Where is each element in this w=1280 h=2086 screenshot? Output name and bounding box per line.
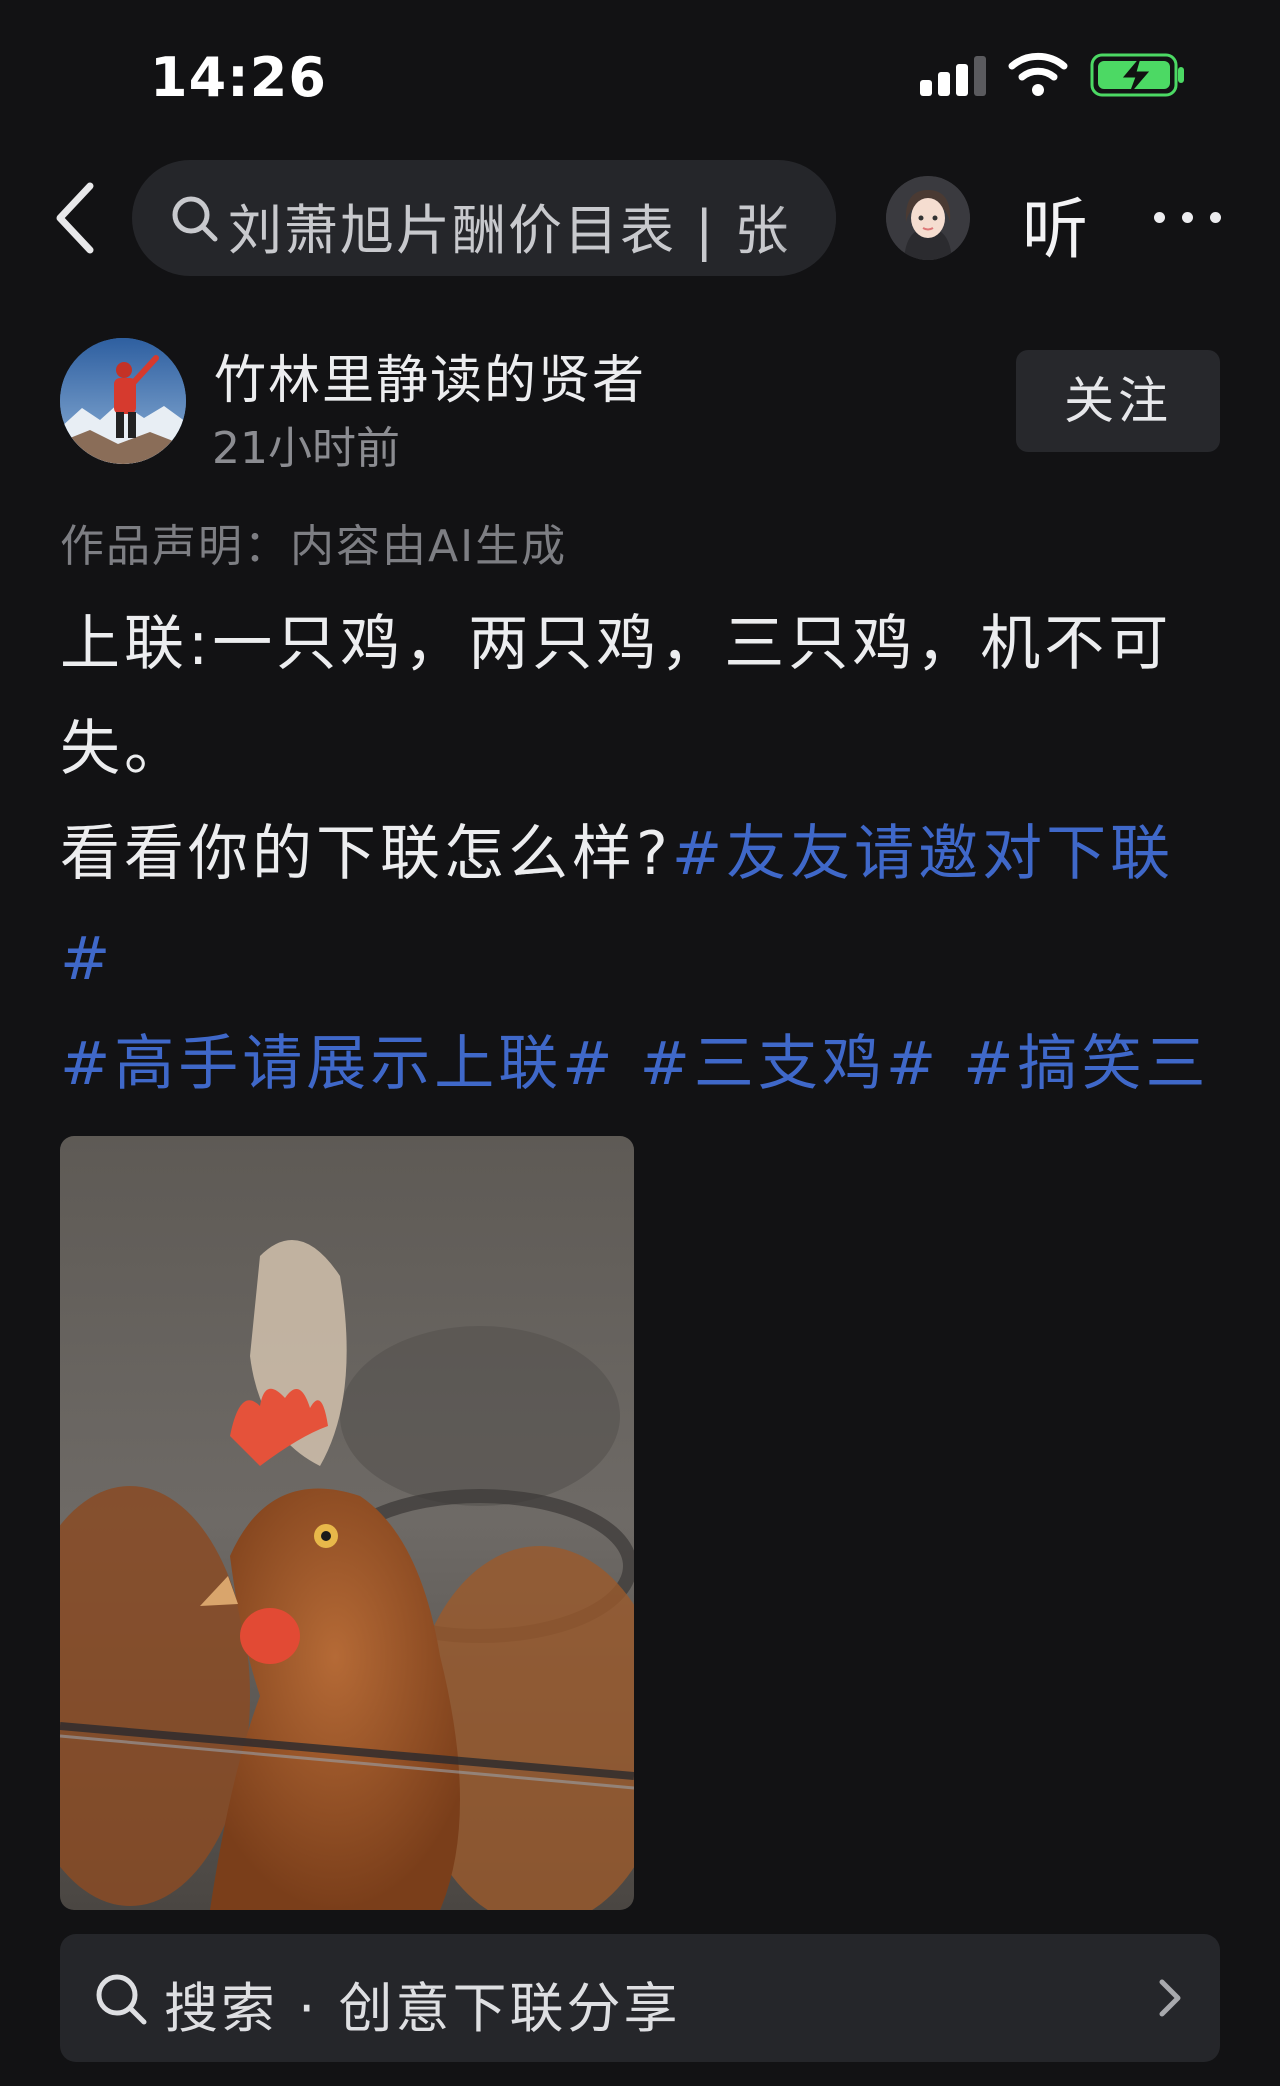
post-time: 21小时前 <box>212 423 400 474</box>
content-declaration: 作品声明：内容由AI生成 <box>60 521 568 572</box>
hashtag-link[interactable]: #三支鸡# <box>640 1029 941 1099</box>
mountain-climber-image <box>60 338 186 464</box>
chevron-right-icon <box>1159 1979 1181 2017</box>
back-chevron-icon[interactable] <box>48 178 100 258</box>
author-name[interactable]: 竹林里静读的贤者 <box>214 338 646 413</box>
post-image[interactable] <box>60 1136 634 1910</box>
ai-assistant-avatar[interactable] <box>886 176 970 260</box>
post-line-2: 失。 <box>60 714 188 784</box>
post-line-3: 看看你的下联怎么样? <box>60 819 672 889</box>
search-bar[interactable]: 刘萧旭片酬价目表 | 张 <box>132 160 836 276</box>
author-avatar[interactable] <box>60 338 186 464</box>
search-query-text: 刘萧旭片酬价目表 | 张 <box>228 199 791 262</box>
search-icon <box>172 196 218 242</box>
battery-charging-icon <box>1090 53 1184 97</box>
hashtag-link[interactable]: #高手请展示上联# <box>60 1029 617 1099</box>
listen-button[interactable]: 听 <box>1022 176 1088 272</box>
assistant-face-icon <box>886 176 970 260</box>
hen-photo <box>60 1136 634 1910</box>
cellular-signal-icon <box>920 56 986 96</box>
post-line-1: 上联:一只鸡，两只鸡，三只鸡，机不可 <box>60 609 1173 679</box>
status-time: 14:26 <box>150 46 327 109</box>
more-dots-icon[interactable] <box>1150 196 1226 236</box>
wifi-icon <box>1008 52 1068 96</box>
search-icon <box>96 1974 147 2025</box>
related-search-bar[interactable]: 搜索 · 创意下联分享 <box>60 1934 1220 2062</box>
follow-button[interactable]: 关注 <box>1016 350 1220 452</box>
search-fade <box>776 160 836 276</box>
related-search-label: 搜索 · 创意下联分享 <box>164 1977 681 2040</box>
